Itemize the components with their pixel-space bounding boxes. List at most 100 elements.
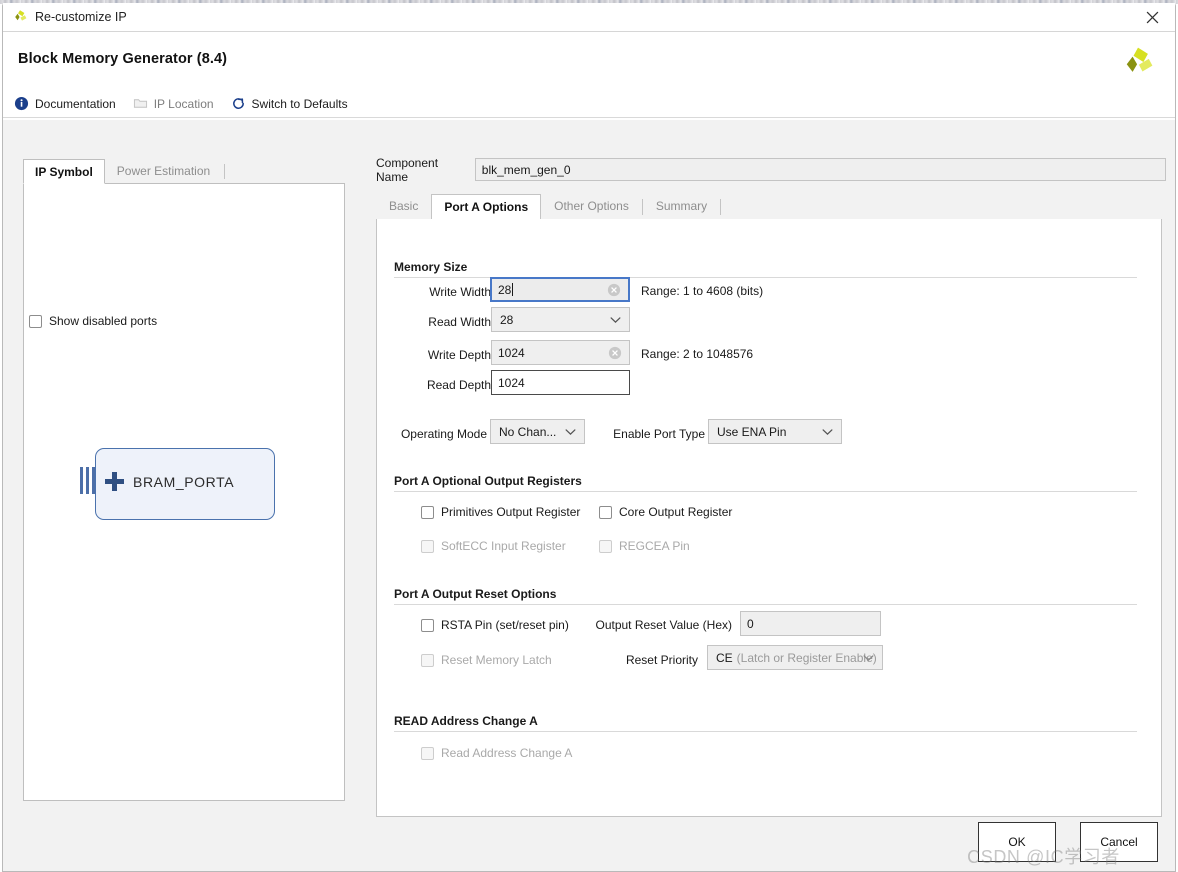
softecc-input-register-row: SoftECC Input Register — [421, 539, 566, 553]
write-width-value: 28 — [498, 282, 512, 297]
text-caret — [512, 283, 514, 296]
regcea-pin-row: REGCEA Pin — [599, 539, 690, 553]
bram-porta-label: BRAM_PORTA — [133, 474, 235, 490]
write-depth-label: Write Depth — [427, 348, 491, 362]
read-width-label: Read Width — [428, 315, 491, 329]
read-width-value: 28 — [500, 312, 514, 327]
reset-priority-value: CE — [716, 650, 733, 665]
clear-circle-icon[interactable] — [608, 346, 622, 360]
primitives-output-register-label: Primitives Output Register — [441, 505, 581, 519]
output-reset-value-label: Output Reset Value (Hex) — [595, 618, 732, 632]
write-width-input[interactable]: 28 — [490, 277, 630, 302]
core-output-register-label: Core Output Register — [619, 505, 733, 519]
xilinx-pinwheel-logo — [1126, 47, 1153, 72]
optional-output-registers-rule — [394, 491, 1137, 492]
ok-button[interactable]: OK — [978, 822, 1056, 862]
rsta-pin-checkbox[interactable] — [421, 618, 434, 632]
documentation-link[interactable]: Documentation — [14, 96, 116, 111]
ip-location-link[interactable]: IP Location — [133, 96, 214, 111]
read-depth-input[interactable]: 1024 — [491, 370, 630, 395]
switch-to-defaults-label: Switch to Defaults — [251, 96, 348, 111]
port-a-options-panel: Memory Size Write Width 28 Range: 1 to 4… — [376, 219, 1162, 817]
component-name-input[interactable]: blk_mem_gen_0 — [474, 158, 1166, 181]
component-name-row: Component Name blk_mem_gen_0 — [376, 155, 1166, 184]
tab-divider — [224, 163, 226, 179]
xilinx-logo-icon — [15, 10, 27, 21]
component-name-value: blk_mem_gen_0 — [481, 162, 571, 177]
dialog-body: IP Symbol Power Estimation Show disabled… — [3, 120, 1175, 871]
show-disabled-ports-label: Show disabled ports — [49, 314, 158, 328]
close-icon[interactable] — [1129, 3, 1175, 32]
cancel-button[interactable]: Cancel — [1080, 822, 1158, 862]
folder-icon — [133, 99, 147, 108]
reset-memory-latch-label: Reset Memory Latch — [441, 653, 552, 667]
operating-mode-combo[interactable]: No Chan... — [490, 419, 585, 444]
tab-other-options[interactable]: Other Options — [541, 193, 642, 219]
read-depth-label: Read Depth — [426, 378, 491, 392]
write-depth-value: 1024 — [498, 345, 525, 360]
ip-symbol-diagram: BRAM_PORTA — [63, 440, 303, 540]
operating-mode-value: No Chan... — [499, 424, 557, 439]
enable-port-type-combo[interactable]: Use ENA Pin — [708, 419, 842, 444]
output-reset-options-rule — [394, 604, 1137, 605]
documentation-label: Documentation — [35, 96, 116, 111]
primitives-output-register-row[interactable]: Primitives Output Register — [421, 505, 580, 519]
enable-port-type-label: Enable Port Type — [613, 427, 705, 441]
tab-port-a-options-label: Port A Options — [444, 200, 529, 214]
bus-stub-icon — [80, 467, 95, 494]
regcea-pin-label: REGCEA Pin — [619, 539, 690, 553]
write-width-range-note: Range: 1 to 4608 (bits) — [641, 284, 764, 298]
softecc-input-register-checkbox — [421, 539, 434, 553]
tab-summary[interactable]: Summary — [643, 193, 720, 219]
page-title: Block Memory Generator (8.4) — [18, 51, 228, 67]
ok-button-label: OK — [1008, 835, 1026, 849]
tab-ip-symbol[interactable]: IP Symbol — [23, 159, 105, 184]
reset-priority-value-sub: (Latch or Register Enable) — [736, 650, 877, 665]
core-output-register-checkbox[interactable] — [599, 505, 612, 519]
show-disabled-ports-checkbox[interactable] — [29, 314, 42, 328]
core-output-register-row[interactable]: Core Output Register — [599, 505, 732, 519]
read-address-change-label: Read Address Change A — [441, 746, 573, 760]
cancel-button-label: Cancel — [1100, 835, 1138, 849]
write-depth-input[interactable]: 1024 — [491, 340, 630, 365]
switch-to-defaults-link[interactable]: Switch to Defaults — [231, 96, 348, 111]
read-depth-value: 1024 — [498, 375, 525, 390]
tab-basic-label: Basic — [389, 199, 419, 213]
tab-ip-symbol-label: IP Symbol — [35, 164, 93, 179]
config-panel: Component Name blk_mem_gen_0 Basic Port … — [376, 120, 1166, 871]
softecc-input-register-label: SoftECC Input Register — [441, 539, 566, 553]
refresh-icon — [232, 98, 244, 109]
dialog-header: Block Memory Generator (8.4) — [3, 32, 1175, 90]
read-address-change-row: Read Address Change A — [421, 746, 572, 760]
plus-icon[interactable] — [105, 472, 124, 491]
rsta-pin-row[interactable]: RSTA Pin (set/reset pin) — [421, 618, 569, 632]
reset-priority-combo[interactable]: CE (Latch or Register Enable) — [707, 645, 883, 670]
optional-output-registers-heading: Port A Optional Output Registers — [394, 474, 582, 488]
tab-divider — [720, 198, 722, 215]
left-panel-tabbar: IP Symbol Power Estimation — [23, 159, 345, 184]
tab-port-a-options[interactable]: Port A Options — [431, 194, 542, 220]
config-tabbar: Basic Port A Options Other Options Summa… — [376, 194, 1162, 220]
component-name-label: Component Name — [376, 155, 439, 184]
read-address-change-checkbox — [421, 746, 434, 760]
read-width-combo[interactable]: 28 — [491, 307, 630, 332]
clear-circle-icon[interactable] — [607, 283, 621, 297]
write-width-label: Write Width — [429, 285, 491, 299]
tab-basic[interactable]: Basic — [376, 193, 431, 219]
show-disabled-ports-row[interactable]: Show disabled ports — [29, 314, 157, 328]
operating-mode-label: Operating Mode — [400, 427, 487, 441]
chevron-down-icon — [565, 428, 576, 435]
tab-power-estimation[interactable]: Power Estimation — [105, 158, 222, 183]
chevron-down-icon — [822, 428, 833, 435]
output-reset-value: 0 — [747, 616, 754, 631]
tab-summary-label: Summary — [655, 199, 708, 213]
dialog-titlebar: Re-customize IP — [3, 3, 1175, 32]
primitives-output-register-checkbox[interactable] — [421, 505, 434, 519]
tab-other-options-label: Other Options — [554, 199, 629, 213]
dialog-toolbar: Documentation IP Location Switch to Defa… — [3, 90, 1175, 118]
info-circle-icon — [14, 96, 29, 111]
enable-port-type-value: Use ENA Pin — [717, 424, 787, 439]
output-reset-options-heading: Port A Output Reset Options — [394, 587, 557, 601]
rsta-pin-label: RSTA Pin (set/reset pin) — [441, 618, 569, 632]
output-reset-value-input[interactable]: 0 — [740, 611, 881, 636]
